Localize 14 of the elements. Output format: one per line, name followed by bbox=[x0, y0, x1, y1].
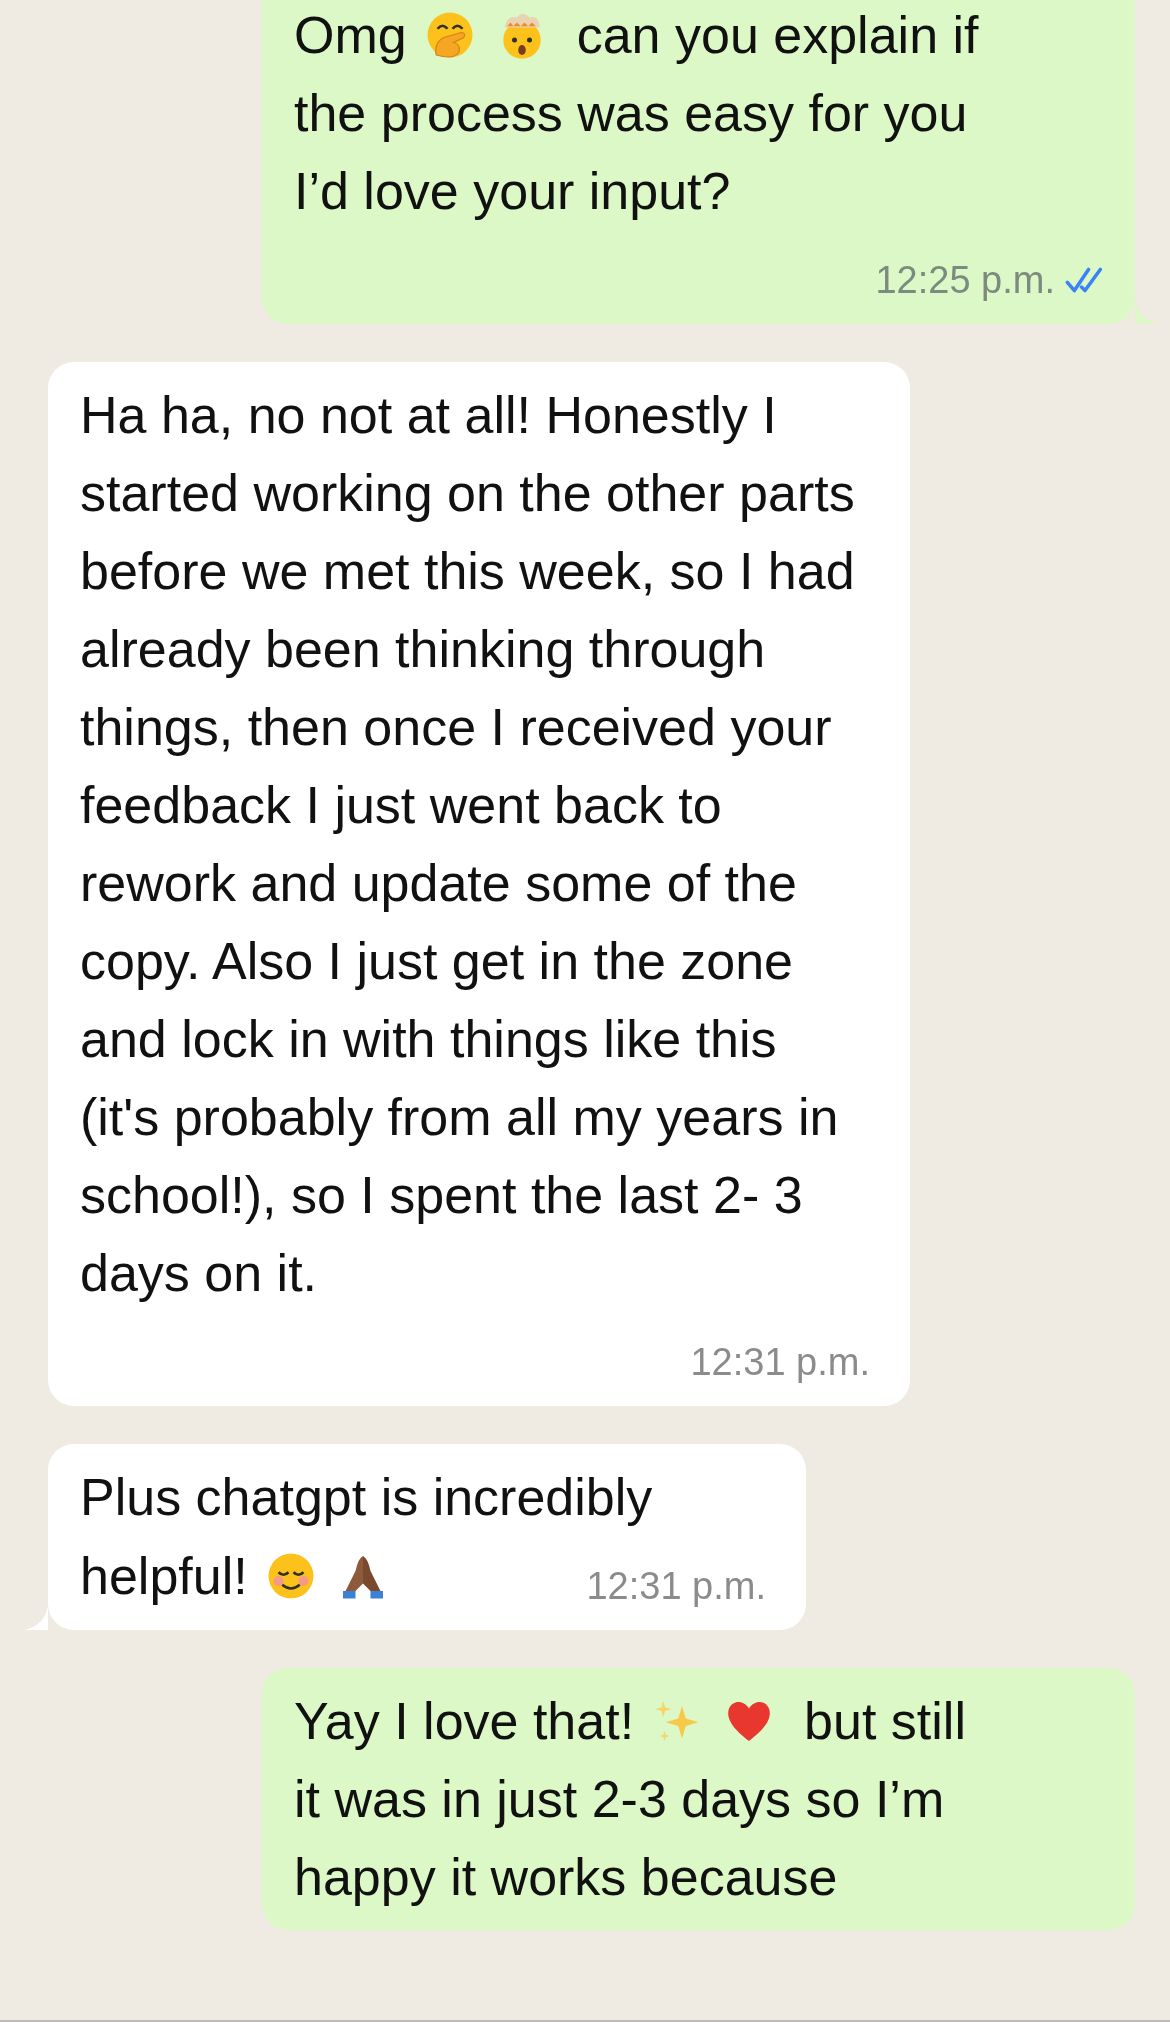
message-text: I’d love your input? bbox=[294, 161, 731, 222]
message-text: Plus chatgpt is incredibly bbox=[80, 1467, 653, 1528]
message-text: Omg bbox=[294, 5, 407, 66]
message-text: Yay I love that! bbox=[294, 1691, 635, 1752]
message-text: it was in just 2-3 days so I’m bbox=[294, 1769, 945, 1830]
timestamp: 12:25 p.m. bbox=[875, 258, 1055, 303]
message-text: but still bbox=[804, 1691, 966, 1752]
timestamp: 12:31 p.m. bbox=[690, 1340, 870, 1385]
timestamp: 12:31 p.m. bbox=[586, 1564, 766, 1609]
message-text: happy it works because bbox=[294, 1847, 838, 1908]
message-text: helpful! bbox=[80, 1546, 248, 1607]
message-text: the process was easy for you bbox=[294, 83, 968, 144]
message-text: can you explain if bbox=[576, 5, 979, 66]
message-text: Ha ha, no not at all! Honestly I started working on the other parts before we met this week, so I had already been thinking through things, then once I received your feedback I just went back to rework and update some of the copy. Also I just get in the zone and lock in with things like this (it's probably from all my years in school!), so I spent the last 2- 3 days on it. bbox=[80, 385, 856, 1304]
